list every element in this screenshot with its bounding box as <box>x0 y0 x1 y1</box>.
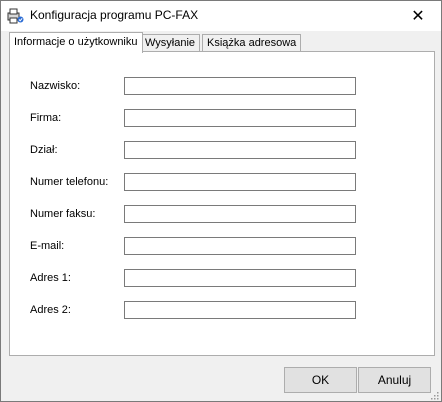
email-label: E-mail: <box>30 240 65 252</box>
company-field[interactable] <box>124 109 356 127</box>
address1-field[interactable] <box>124 269 356 287</box>
phone-field[interactable] <box>124 173 356 191</box>
name-label: Nazwisko: <box>30 80 81 92</box>
fax-label: Numer faksu: <box>30 208 96 220</box>
address2-label: Adres 2: <box>30 304 71 316</box>
tab-user-info[interactable]: Informacje o użytkowniku <box>9 32 143 53</box>
company-label: Firma: <box>30 112 62 124</box>
cancel-button[interactable]: Anuluj <box>358 367 431 393</box>
name-field[interactable] <box>124 77 356 95</box>
address1-label: Adres 1: <box>30 272 71 284</box>
window-title: Konfiguracja programu PC-FAX <box>30 8 199 22</box>
close-icon[interactable]: ✕ <box>395 1 441 31</box>
ok-button[interactable]: OK <box>284 367 357 393</box>
phone-label: Numer telefonu: <box>30 176 109 188</box>
fax-printer-icon <box>6 7 24 25</box>
resize-grip-icon[interactable] <box>429 389 439 400</box>
department-label: Dział: <box>30 144 58 156</box>
department-field[interactable] <box>124 141 356 159</box>
title-bar[interactable]: Konfiguracja programu PC-FAX ✕ <box>1 1 441 31</box>
pcfax-settings-window: Konfiguracja programu PC-FAX ✕ Informacj… <box>0 0 442 402</box>
fax-field[interactable] <box>124 205 356 223</box>
tab-address-book[interactable]: Książka adresowa <box>202 34 302 52</box>
user-info-panel: Nazwisko: Firma: Dział: Numer telefonu: … <box>9 51 435 356</box>
email-field[interactable] <box>124 237 356 255</box>
address2-field[interactable] <box>124 301 356 319</box>
tab-sending[interactable]: Wysyłanie <box>140 34 201 52</box>
